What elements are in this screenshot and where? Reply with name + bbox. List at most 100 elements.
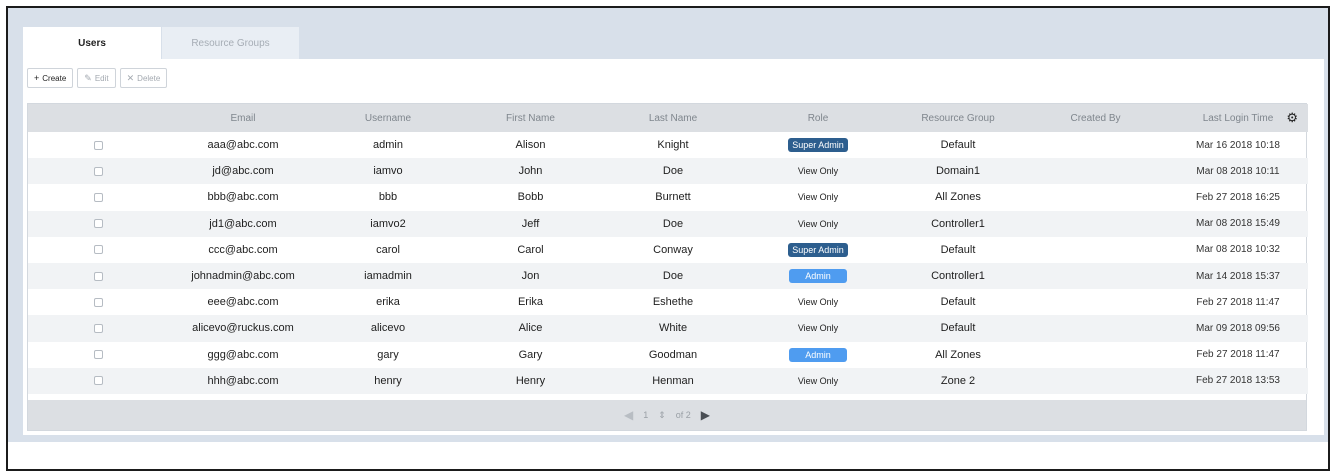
created-by-cell bbox=[1023, 368, 1168, 394]
role-cell: View Only bbox=[743, 184, 893, 210]
first-name-cell: Alison bbox=[515, 139, 546, 152]
email-cell: ccc@abc.com bbox=[208, 243, 278, 256]
created-by-cell bbox=[1023, 211, 1168, 237]
tab-users[interactable]: Users bbox=[23, 27, 161, 59]
page-band: Users Resource Groups + Create ✎ Edit ✕ … bbox=[8, 8, 1328, 442]
pagination: ◀ 1 ⇕ of 2 ▶ bbox=[28, 400, 1306, 430]
username-cell: bbb bbox=[378, 191, 398, 204]
caret-left-icon[interactable]: ◀ bbox=[624, 408, 633, 422]
first-name-cell: Jeff bbox=[521, 217, 540, 230]
resource-group-cell: Zone 2 bbox=[940, 374, 976, 387]
resource-group-cell: Controller1 bbox=[931, 270, 985, 283]
role-cell: View Only bbox=[743, 289, 893, 315]
email-cell: aaa@abc.com bbox=[207, 139, 279, 152]
table-row[interactable]: jd1@abc.com iamvo2 Jeff Doe View Only Control… bbox=[28, 210, 1308, 237]
resource-group-cell: All Zones bbox=[935, 348, 981, 361]
column-header-username[interactable]: Username bbox=[318, 104, 458, 132]
role-badge: View Only bbox=[797, 375, 839, 386]
last-name-cell: Burnett bbox=[655, 191, 691, 204]
caret-right-icon[interactable]: ▶ bbox=[701, 408, 710, 422]
row-select-cell bbox=[28, 237, 168, 263]
table-header-row: Email Username First Name Last Name Role… bbox=[28, 104, 1308, 132]
last-login-cell: Feb 27 2018 16:25 bbox=[1196, 191, 1280, 203]
column-header-role[interactable]: Role bbox=[743, 104, 893, 132]
username-cell: henry bbox=[374, 374, 402, 387]
table-row[interactable]: alicevo@ruckus.com alicevo Alice White View … bbox=[28, 315, 1308, 342]
toolbar: + Create ✎ Edit ✕ Delete bbox=[27, 68, 168, 88]
gear-icon[interactable]: ⚙ bbox=[1286, 110, 1298, 126]
row-checkbox[interactable] bbox=[93, 297, 103, 307]
email-cell: hhh@abc.com bbox=[207, 374, 279, 387]
page-total: of 2 bbox=[675, 410, 691, 420]
last-login-cell: Mar 09 2018 09:56 bbox=[1196, 322, 1280, 334]
email-cell: alicevo@ruckus.com bbox=[192, 322, 294, 335]
table-row[interactable]: bbb@abc.com bbb Bobb Burnett View Only All Zo… bbox=[28, 184, 1308, 210]
column-header-resource-group[interactable]: Resource Group bbox=[893, 104, 1023, 132]
username-cell: carol bbox=[376, 243, 400, 256]
table-row[interactable]: ggg@abc.com gary Gary Goodman Admin All Zones… bbox=[28, 342, 1308, 368]
row-checkbox[interactable] bbox=[93, 193, 103, 203]
last-name-cell: Doe bbox=[662, 165, 684, 178]
table-row[interactable]: jd@abc.com iamvo John Doe View Only Domain1 Ma… bbox=[28, 158, 1308, 185]
table-row[interactable]: ccc@abc.com carol Carol Conway Super Admin De… bbox=[28, 237, 1308, 263]
role-badge: Admin bbox=[789, 269, 847, 284]
created-by-cell bbox=[1023, 315, 1168, 341]
role-badge: Admin bbox=[789, 347, 847, 362]
row-checkbox[interactable] bbox=[93, 166, 103, 176]
table-row[interactable]: eee@abc.com erika Erika Eshethe View Only Def… bbox=[28, 289, 1308, 315]
delete-button[interactable]: ✕ Delete bbox=[119, 68, 168, 88]
last-name-cell: Conway bbox=[653, 243, 693, 256]
row-checkbox[interactable] bbox=[93, 245, 103, 255]
first-name-cell: John bbox=[518, 165, 543, 178]
last-login-cell: Feb 27 2018 11:47 bbox=[1196, 296, 1280, 308]
row-select-cell bbox=[28, 158, 168, 184]
users-table: Email Username First Name Last Name Role… bbox=[27, 103, 1308, 431]
last-login-cell: Mar 08 2018 10:32 bbox=[1196, 244, 1280, 256]
create-button[interactable]: + Create bbox=[27, 68, 74, 88]
resource-group-cell: Default bbox=[940, 243, 976, 256]
created-by-cell bbox=[1023, 132, 1168, 158]
edit-label: Edit bbox=[94, 73, 109, 83]
email-cell: bbb@abc.com bbox=[207, 191, 279, 204]
delete-label: Delete bbox=[137, 73, 161, 83]
column-header-last-name[interactable]: Last Name bbox=[603, 104, 743, 132]
row-select-cell bbox=[28, 368, 168, 394]
row-checkbox[interactable] bbox=[93, 324, 103, 333]
row-select-cell bbox=[28, 315, 168, 341]
first-name-cell: Erika bbox=[517, 296, 544, 309]
last-login-cell: Mar 16 2018 10:18 bbox=[1196, 139, 1280, 151]
row-select-cell bbox=[28, 184, 168, 210]
row-checkbox[interactable] bbox=[93, 376, 103, 386]
row-checkbox[interactable] bbox=[93, 271, 103, 281]
resource-group-cell: Default bbox=[940, 139, 976, 152]
last-name-cell: Knight bbox=[657, 139, 689, 152]
role-badge: Super Admin bbox=[788, 138, 848, 153]
table-row[interactable]: hhh@abc.com henry Henry Henman View Only Zone… bbox=[28, 367, 1308, 394]
select-column-header bbox=[28, 104, 168, 132]
page-number[interactable]: 1 bbox=[643, 410, 648, 420]
stepper-icon[interactable]: ⇕ bbox=[658, 410, 666, 421]
table-body: aaa@abc.com admin Alison Knight Super Admin D… bbox=[28, 132, 1308, 394]
last-login-cell: Mar 08 2018 15:49 bbox=[1196, 218, 1280, 230]
table-row[interactable]: johnadmin@abc.com iamadmin Jon Doe Admin Cont… bbox=[28, 262, 1308, 290]
tab-resource-groups[interactable]: Resource Groups bbox=[161, 27, 299, 59]
last-login-cell: Feb 27 2018 11:47 bbox=[1196, 349, 1280, 361]
last-name-cell: Doe bbox=[662, 270, 684, 283]
edit-button[interactable]: ✎ Edit bbox=[77, 68, 116, 88]
users-panel: + Create ✎ Edit ✕ Delete Email Username … bbox=[23, 59, 1324, 435]
row-checkbox[interactable] bbox=[93, 219, 103, 229]
column-header-created-by[interactable]: Created By bbox=[1023, 104, 1168, 132]
username-cell: iamvo bbox=[373, 165, 403, 178]
column-header-first-name[interactable]: First Name bbox=[458, 104, 603, 132]
table-row[interactable]: aaa@abc.com admin Alison Knight Super Admin D… bbox=[28, 132, 1308, 158]
role-cell: View Only bbox=[743, 211, 893, 237]
row-checkbox[interactable] bbox=[93, 350, 103, 360]
row-checkbox[interactable] bbox=[93, 140, 103, 150]
plus-icon: + bbox=[34, 73, 40, 83]
last-login-cell: Feb 27 2018 13:53 bbox=[1196, 375, 1280, 387]
column-header-email[interactable]: Email bbox=[168, 104, 318, 132]
last-name-cell: Henman bbox=[652, 374, 694, 387]
role-cell: Super Admin bbox=[743, 237, 893, 263]
resource-group-cell: Default bbox=[940, 296, 976, 309]
role-cell: Super Admin bbox=[743, 132, 893, 158]
